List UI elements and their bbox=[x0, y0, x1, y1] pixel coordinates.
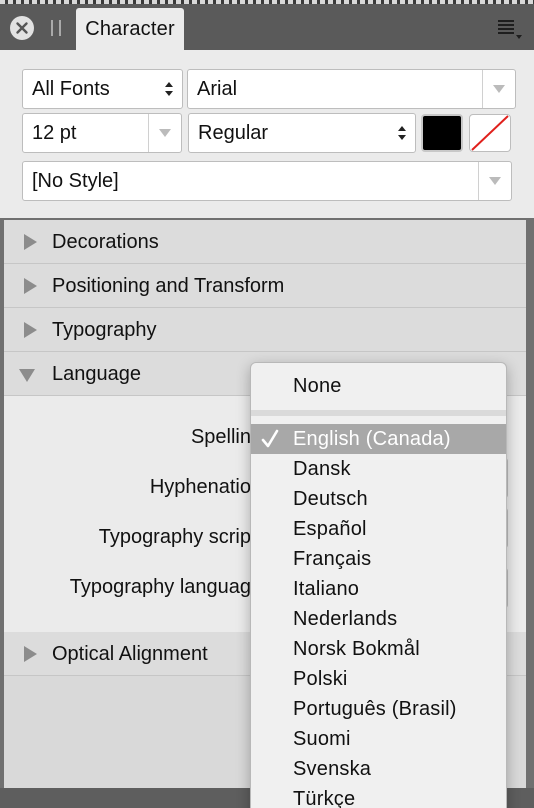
fill-color-swatch[interactable] bbox=[421, 114, 463, 152]
disclosure-right-icon bbox=[24, 278, 37, 294]
section-language-label: Language bbox=[52, 363, 141, 385]
font-size-combo[interactable]: 12 pt bbox=[22, 113, 182, 153]
tab-character[interactable]: Character bbox=[76, 8, 184, 50]
stepper-arrows-icon bbox=[165, 82, 173, 96]
section-positioning[interactable]: Positioning and Transform bbox=[4, 264, 526, 308]
section-decorations[interactable]: Decorations bbox=[4, 220, 526, 264]
text-style-combo[interactable]: [No Style] bbox=[22, 161, 512, 201]
chevron-down-icon[interactable] bbox=[478, 162, 511, 200]
menu-item-language[interactable]: Dansk bbox=[251, 454, 506, 484]
font-style-select[interactable]: Regular bbox=[188, 113, 416, 153]
font-style-value: Regular bbox=[198, 122, 269, 144]
menu-item-language[interactable]: Suomi bbox=[251, 724, 506, 754]
chevron-down-icon[interactable] bbox=[148, 114, 181, 152]
section-typography-label: Typography bbox=[52, 319, 157, 341]
font-family-combo[interactable]: Arial bbox=[187, 69, 516, 109]
menu-item-language[interactable]: Polski bbox=[251, 664, 506, 694]
checkmark-icon bbox=[261, 429, 279, 448]
hyphenation-label: Hyphenatio bbox=[149, 476, 251, 498]
menu-separator bbox=[251, 410, 506, 416]
disclosure-right-icon bbox=[24, 322, 37, 338]
typography-language-label: Typography languag bbox=[69, 576, 251, 598]
menu-item-language[interactable]: Deutsch bbox=[251, 484, 506, 514]
menu-item-language[interactable]: Português (Brasil) bbox=[251, 694, 506, 724]
disclosure-right-icon bbox=[24, 234, 37, 250]
panel-dock-edge bbox=[0, 0, 534, 4]
font-size-value: 12 pt bbox=[32, 122, 77, 144]
disclosure-down-icon bbox=[19, 369, 35, 382]
menu-item-selected-label: English (Canada) bbox=[293, 428, 451, 450]
menu-item-language[interactable]: Svenska bbox=[251, 754, 506, 784]
section-positioning-label: Positioning and Transform bbox=[52, 275, 285, 297]
typography-script-label: Typography scrip bbox=[98, 526, 251, 548]
menu-item-none[interactable]: None bbox=[251, 371, 506, 401]
menu-item-language[interactable]: Español bbox=[251, 514, 506, 544]
menu-item-language[interactable]: Norsk Bokmål bbox=[251, 634, 506, 664]
menu-item-selected[interactable]: English (Canada) bbox=[251, 424, 506, 454]
font-collection-select[interactable]: All Fonts bbox=[22, 69, 183, 109]
spelling-language-menu: None English (Canada) Dansk Deutsch Espa… bbox=[250, 362, 507, 808]
chevron-down-icon[interactable] bbox=[482, 70, 515, 108]
no-color-icon bbox=[471, 115, 509, 151]
font-collection-value: All Fonts bbox=[32, 78, 110, 100]
menu-item-language[interactable]: Français bbox=[251, 544, 506, 574]
menu-item-language[interactable]: Nederlands bbox=[251, 604, 506, 634]
panel-menu-icon[interactable] bbox=[496, 18, 524, 40]
stroke-color-swatch[interactable] bbox=[469, 114, 511, 152]
spelling-label: Spellin bbox=[190, 426, 251, 448]
font-family-value: Arial bbox=[197, 78, 238, 100]
section-optical-label: Optical Alignment bbox=[52, 643, 208, 665]
menu-item-language[interactable]: Italiano bbox=[251, 574, 506, 604]
stepper-arrows-icon bbox=[398, 126, 406, 140]
text-style-value: [No Style] bbox=[32, 170, 119, 192]
disclosure-right-icon bbox=[24, 646, 37, 662]
section-typography[interactable]: Typography bbox=[4, 308, 526, 352]
drag-grip-icon[interactable] bbox=[51, 20, 61, 36]
close-icon[interactable] bbox=[10, 16, 34, 40]
menu-item-language[interactable]: Türkçe bbox=[251, 784, 506, 808]
section-decorations-label: Decorations bbox=[52, 231, 159, 253]
